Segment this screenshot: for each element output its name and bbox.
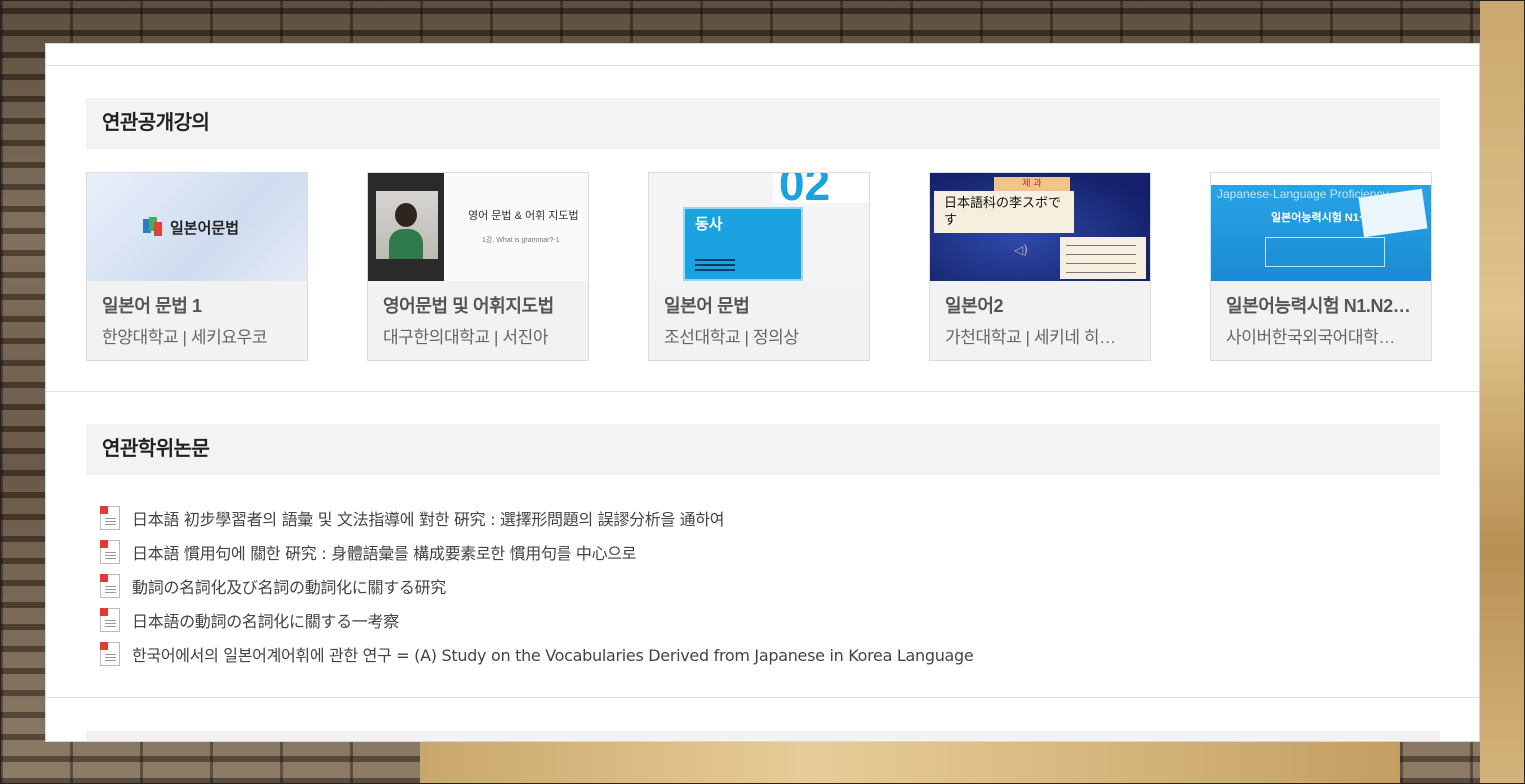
document-icon — [100, 608, 120, 632]
thesis-title[interactable]: 動詞の名詞化及び名詞の動詞化に關する研究 — [132, 574, 446, 598]
background-wood-sign — [420, 742, 1400, 784]
thumbnail-caption: 동사 — [695, 216, 723, 233]
thumbnail-caption: 영어 문법 & 어휘 지도법 — [468, 210, 579, 222]
thesis-item[interactable]: 한국어에서의 일본어계어휘에 관한 연구 = (A) Study on the … — [100, 637, 1400, 671]
divider — [46, 391, 1479, 392]
speaker-icon: ◁) — [1014, 243, 1028, 257]
thumbnail-number: 02 — [779, 173, 831, 210]
lecture-university: 대구한의대학교 | 서진아 — [383, 328, 549, 347]
video-frame — [368, 173, 444, 281]
logo-icon — [143, 217, 163, 237]
lecture-thumbnail: Japanese-Language Proficiency 일본어능력시험 N1… — [1211, 173, 1431, 281]
lecture-thumbnail: 영어 문법 & 어휘 지도법 1강. What is grammar?-1 — [368, 173, 588, 281]
lecture-university: 조선대학교 | 정의상 — [664, 328, 799, 347]
lecture-card[interactable]: 제 과 日本語科の李スボです ◁) 일본어2 가천대학교 | 세키네 히… — [929, 172, 1151, 361]
lecture-title[interactable]: 일본어 문법 — [664, 292, 860, 318]
lecture-thumbnail: 제 과 日本語科の李スボです ◁) — [930, 173, 1150, 281]
document-icon — [100, 642, 120, 666]
thumbnail-subcaption: 1강. What is grammar?-1 — [482, 237, 560, 244]
lecture-thumbnail: 일본어문법 — [87, 173, 307, 281]
thumbnail-note — [1060, 237, 1146, 279]
lecture-card[interactable]: 영어 문법 & 어휘 지도법 1강. What is grammar?-1 영어… — [367, 172, 589, 361]
lecture-card[interactable]: 일본어문법 일본어 문법 1 한양대학교 | 세키요우코 — [86, 172, 308, 361]
thesis-list: 日本語 初步學習者의 語彙 및 文法指導에 對한 硏究 : 選擇形問題의 誤謬分… — [100, 501, 1400, 671]
thumbnail-tag: 제 과 — [994, 177, 1070, 191]
thesis-title[interactable]: 日本語 初步學習者의 語彙 및 文法指導에 對한 硏究 : 選擇形問題의 誤謬分… — [132, 506, 725, 530]
lecture-university: 사이버한국외국어대학… — [1226, 328, 1395, 347]
lecture-thumbnail: 02 동사 — [649, 173, 869, 281]
lecture-card[interactable]: Japanese-Language Proficiency 일본어능력시험 N1… — [1210, 172, 1432, 361]
next-section-header — [86, 731, 1440, 741]
lecture-university: 한양대학교 | 세키요우코 — [102, 328, 268, 347]
person-image — [395, 203, 417, 227]
thesis-item[interactable]: 日本語の動詞の名詞化に關する一考察 — [100, 603, 1400, 637]
lecture-title[interactable]: 일본어2 — [945, 292, 1141, 318]
lecture-title[interactable]: 일본어 문법 1 — [102, 292, 298, 318]
lecture-card[interactable]: 02 동사 일본어 문법 조선대학교 | 정의상 — [648, 172, 870, 361]
thumbnail-panel: 동사 — [683, 207, 803, 281]
thesis-item[interactable]: 日本語 初步學習者의 語彙 및 文法指導에 對한 硏究 : 選擇形問題의 誤謬分… — [100, 501, 1400, 535]
related-theses-header: 연관학위논문 — [86, 424, 1440, 475]
document-icon — [100, 506, 120, 530]
lecture-university: 가천대학교 | 세키네 히… — [945, 328, 1116, 347]
related-lectures-header: 연관공개강의 — [86, 98, 1440, 149]
content-panel: 연관공개강의 일본어문법 일본어 문법 1 한양대학교 | 세키요우코 영어 문… — [45, 43, 1480, 742]
thumbnail-caption: 日本語科の李スボです — [934, 191, 1074, 233]
thesis-title[interactable]: 日本語 慣用句에 關한 硏究 : 身體語彙를 構成要素로한 慣用句를 中心으로 — [132, 540, 636, 564]
thesis-item[interactable]: 動詞の名詞化及び名詞の動詞化に關する研究 — [100, 569, 1400, 603]
lecture-title[interactable]: 영어문법 및 어휘지도법 — [383, 292, 579, 318]
thesis-title[interactable]: 한국어에서의 일본어계어휘에 관한 연구 = (A) Study on the … — [132, 642, 974, 666]
divider — [46, 65, 1479, 66]
document-icon — [100, 574, 120, 598]
divider — [46, 697, 1479, 698]
lecture-title[interactable]: 일본어능력시험 N1.N2… — [1226, 292, 1422, 318]
thesis-item[interactable]: 日本語 慣用句에 關한 硏究 : 身體語彙를 構成要素로한 慣用句를 中心으로 — [100, 535, 1400, 569]
background-decoration — [1480, 0, 1525, 784]
document-icon — [100, 540, 120, 564]
thumbnail-caption: 일본어문법 — [170, 220, 240, 237]
thesis-title[interactable]: 日本語の動詞の名詞化に關する一考察 — [132, 608, 399, 632]
